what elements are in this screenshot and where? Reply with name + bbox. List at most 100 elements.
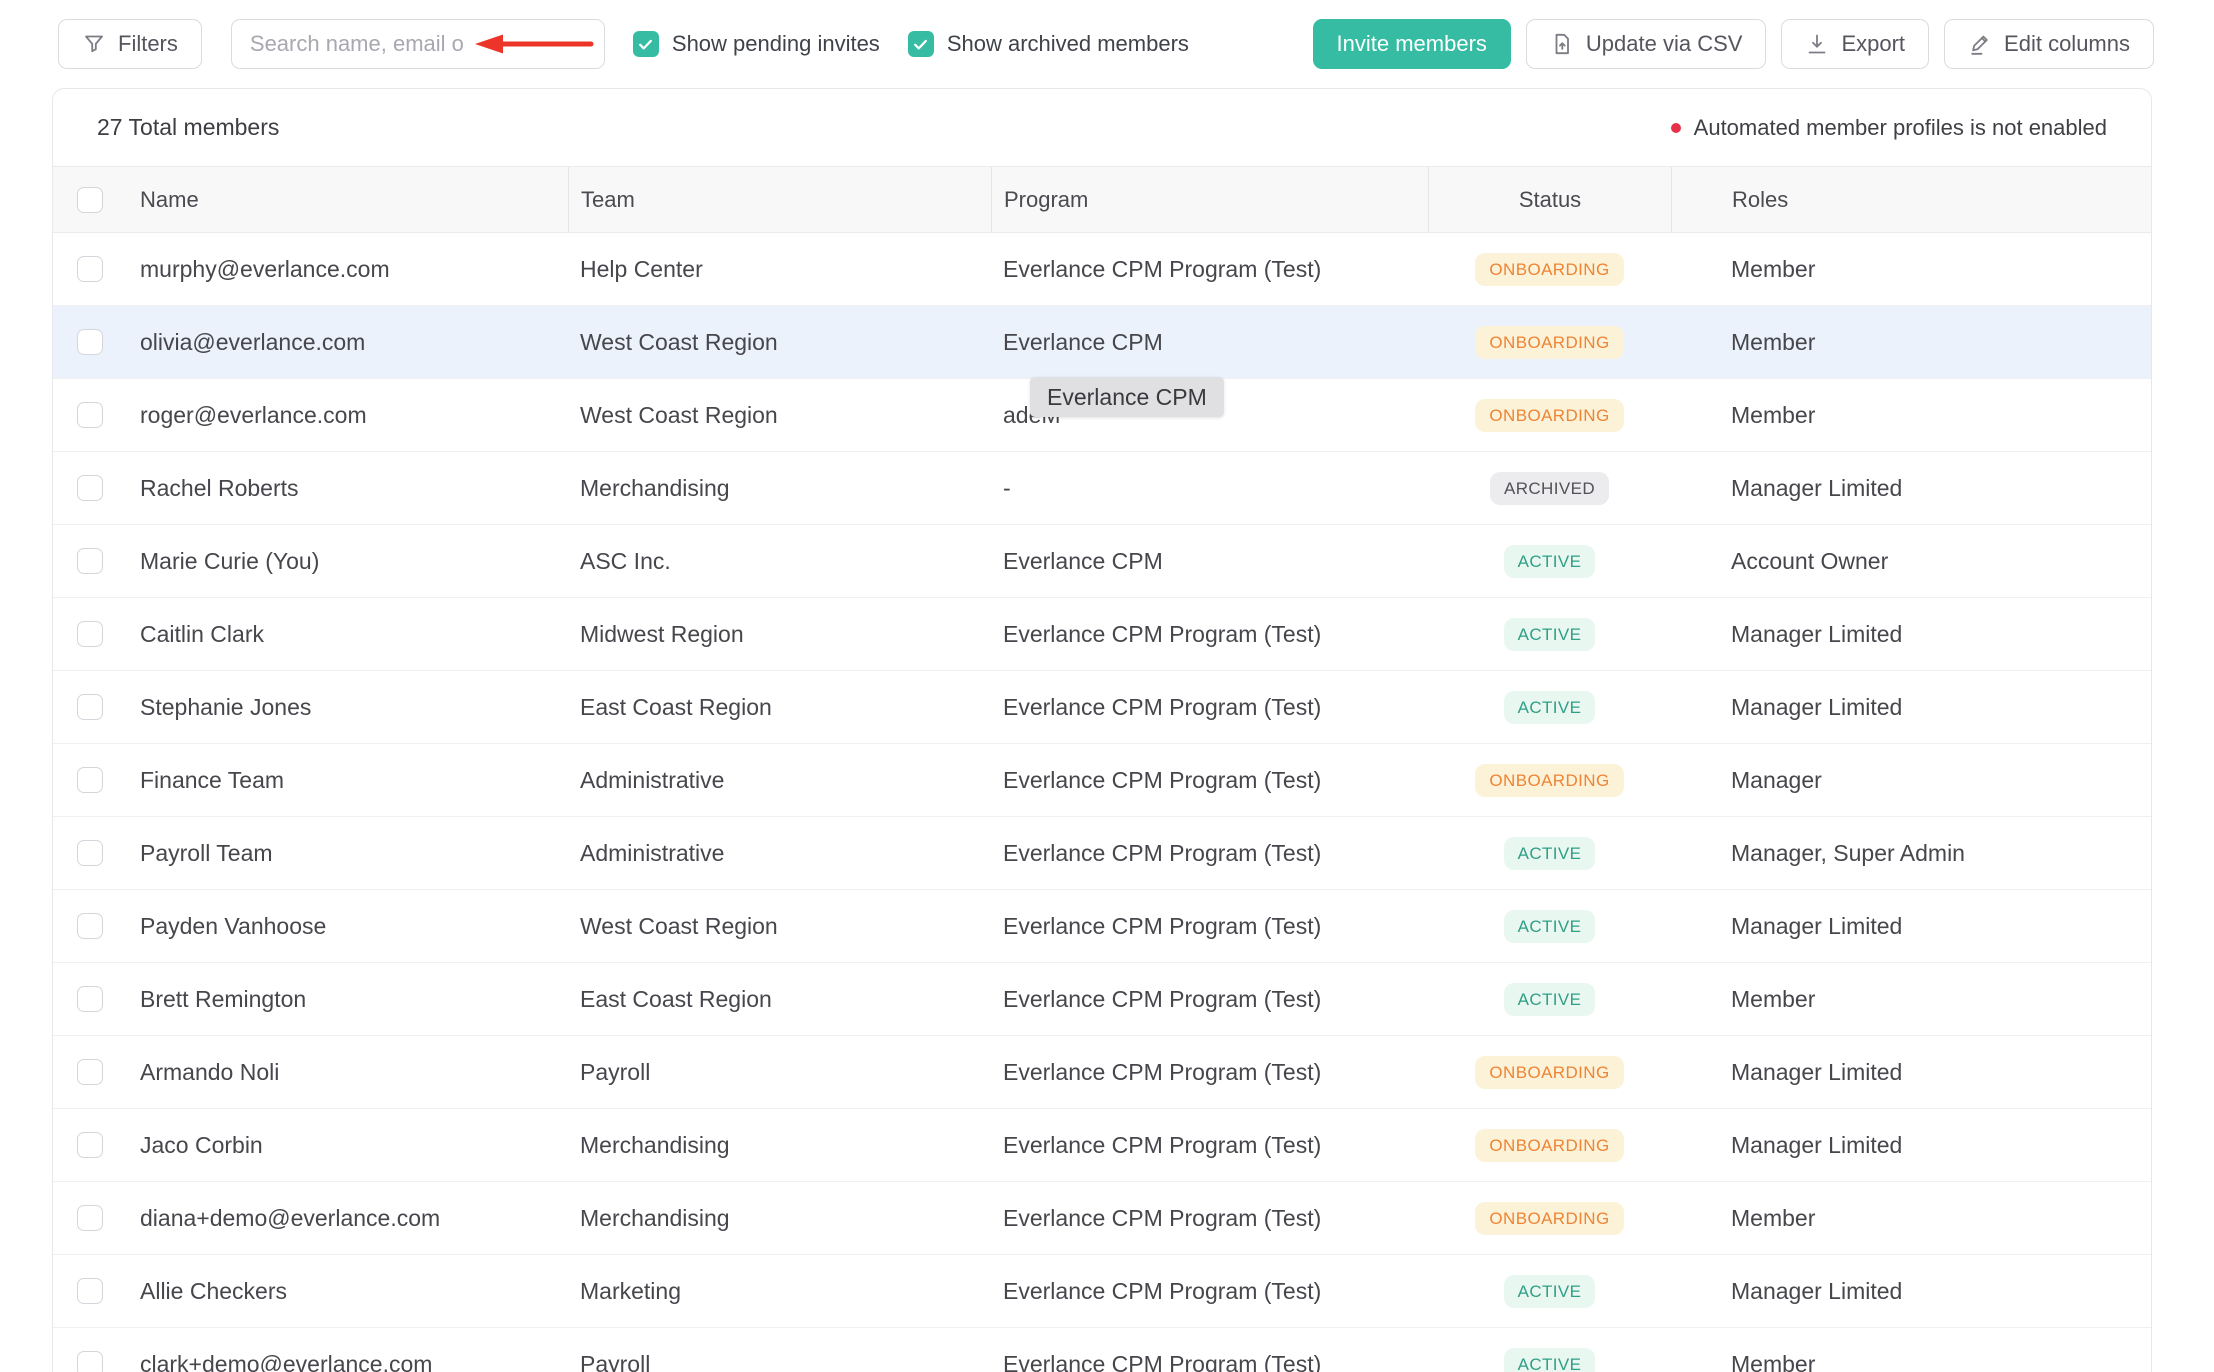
row-checkbox-cell: [53, 1328, 126, 1372]
table-row[interactable]: olivia@everlance.comWest Coast RegionEve…: [53, 306, 2151, 379]
member-status-cell: ONBOARDING: [1428, 379, 1671, 451]
member-name: Marie Curie (You): [126, 525, 568, 597]
row-checkbox-cell: [53, 1036, 126, 1108]
member-roles: Member: [1671, 963, 2151, 1035]
table-row[interactable]: murphy@everlance.comHelp CenterEverlance…: [53, 233, 2151, 306]
export-button[interactable]: Export: [1781, 19, 1929, 69]
column-header-status[interactable]: Status: [1428, 167, 1671, 232]
select-all-checkbox[interactable]: [77, 187, 103, 213]
member-status-cell: ACTIVE: [1428, 1328, 1671, 1372]
member-roles: Manager: [1671, 744, 2151, 816]
invite-members-button[interactable]: Invite members: [1313, 19, 1511, 69]
table-row[interactable]: Brett RemingtonEast Coast RegionEverlanc…: [53, 963, 2151, 1036]
update-via-csv-button[interactable]: Update via CSV: [1526, 19, 1767, 69]
table-row[interactable]: clark+demo@everlance.comPayrollEverlance…: [53, 1328, 2151, 1372]
table-row[interactable]: Payroll TeamAdministrativeEverlance CPM …: [53, 817, 2151, 890]
member-name: Caitlin Clark: [126, 598, 568, 670]
column-header-name[interactable]: Name: [126, 167, 568, 232]
member-status-cell: ONBOARDING: [1428, 1182, 1671, 1254]
table-row[interactable]: Marie Curie (You)ASC Inc.Everlance CPMAC…: [53, 525, 2151, 598]
status-badge: ONBOARDING: [1475, 1202, 1623, 1235]
member-roles: Manager Limited: [1671, 1036, 2151, 1108]
row-checkbox[interactable]: [77, 767, 103, 793]
column-header-roles[interactable]: Roles: [1671, 167, 2151, 232]
status-badge: ONBOARDING: [1475, 764, 1623, 797]
row-checkbox-cell: [53, 306, 126, 378]
table-row[interactable]: Jaco CorbinMerchandisingEverlance CPM Pr…: [53, 1109, 2151, 1182]
row-checkbox[interactable]: [77, 986, 103, 1012]
member-team: Merchandising: [568, 1182, 991, 1254]
row-checkbox-cell: [53, 1182, 126, 1254]
column-header-team[interactable]: Team: [568, 167, 991, 232]
member-name: Finance Team: [126, 744, 568, 816]
annotation-arrow-icon: [467, 31, 595, 57]
row-checkbox[interactable]: [77, 256, 103, 282]
status-badge: ACTIVE: [1504, 1275, 1596, 1308]
member-status-cell: ONBOARDING: [1428, 233, 1671, 305]
column-header-program[interactable]: Program: [991, 167, 1428, 232]
table-row[interactable]: Stephanie JonesEast Coast RegionEverlanc…: [53, 671, 2151, 744]
member-status-cell: ONBOARDING: [1428, 1036, 1671, 1108]
table-row[interactable]: Finance TeamAdministrativeEverlance CPM …: [53, 744, 2151, 817]
row-checkbox[interactable]: [77, 402, 103, 428]
member-status-cell: ARCHIVED: [1428, 452, 1671, 524]
table-row[interactable]: Rachel RobertsMerchandising-ARCHIVEDMana…: [53, 452, 2151, 525]
download-icon: [1805, 32, 1829, 56]
member-name: Brett Remington: [126, 963, 568, 1035]
member-program: Everlance CPM Program (Test): [991, 598, 1428, 670]
row-checkbox[interactable]: [77, 329, 103, 355]
member-program: Everlance CPM Program (Test): [991, 890, 1428, 962]
member-roles: Manager Limited: [1671, 890, 2151, 962]
status-badge: ACTIVE: [1504, 910, 1596, 943]
row-checkbox[interactable]: [77, 1351, 103, 1372]
filters-button[interactable]: Filters: [58, 19, 202, 69]
member-name: olivia@everlance.com: [126, 306, 568, 378]
member-roles: Manager Limited: [1671, 1109, 2151, 1181]
row-checkbox[interactable]: [77, 1278, 103, 1304]
table-row[interactable]: diana+demo@everlance.comMerchandisingEve…: [53, 1182, 2151, 1255]
table-row[interactable]: Payden VanhooseWest Coast RegionEverlanc…: [53, 890, 2151, 963]
member-program: -: [991, 452, 1428, 524]
member-roles: Member: [1671, 306, 2151, 378]
member-team: Merchandising: [568, 1109, 991, 1181]
row-checkbox[interactable]: [77, 913, 103, 939]
member-roles: Manager Limited: [1671, 1255, 2151, 1327]
member-status-cell: ACTIVE: [1428, 525, 1671, 597]
row-checkbox-cell: [53, 1255, 126, 1327]
member-status-cell: ONBOARDING: [1428, 1109, 1671, 1181]
member-program: Everlance CPM Program (Test): [991, 233, 1428, 305]
show-archived-members-checkbox[interactable]: Show archived members: [908, 31, 1189, 57]
row-checkbox[interactable]: [77, 1205, 103, 1231]
member-program: Everlance CPM: [991, 306, 1428, 378]
checkbox-checked-icon: [633, 31, 659, 57]
tooltip: Everlance CPM: [1030, 377, 1224, 417]
row-checkbox-cell: [53, 890, 126, 962]
member-program: Everlance CPM Program (Test): [991, 1255, 1428, 1327]
row-checkbox[interactable]: [77, 694, 103, 720]
row-checkbox[interactable]: [77, 475, 103, 501]
status-badge: ACTIVE: [1504, 983, 1596, 1016]
show-pending-invites-checkbox[interactable]: Show pending invites: [633, 31, 880, 57]
member-program: Everlance CPM Program (Test): [991, 671, 1428, 743]
member-status-cell: ONBOARDING: [1428, 744, 1671, 816]
row-checkbox-cell: [53, 671, 126, 743]
edit-columns-button[interactable]: Edit columns: [1944, 19, 2154, 69]
member-status-cell: ACTIVE: [1428, 890, 1671, 962]
row-checkbox[interactable]: [77, 1132, 103, 1158]
status-dot-icon: [1671, 123, 1681, 133]
status-badge: ONBOARDING: [1475, 1129, 1623, 1162]
member-program: Everlance CPM Program (Test): [991, 963, 1428, 1035]
table-header: Name Team Program Status Roles: [53, 166, 2151, 233]
table-row[interactable]: Allie CheckersMarketingEverlance CPM Pro…: [53, 1255, 2151, 1328]
member-status-cell: ACTIVE: [1428, 817, 1671, 889]
member-status-cell: ACTIVE: [1428, 1255, 1671, 1327]
table-row[interactable]: Armando NoliPayrollEverlance CPM Program…: [53, 1036, 2151, 1109]
row-checkbox[interactable]: [77, 1059, 103, 1085]
row-checkbox[interactable]: [77, 621, 103, 647]
table-row[interactable]: Caitlin ClarkMidwest RegionEverlance CPM…: [53, 598, 2151, 671]
member-team: Administrative: [568, 817, 991, 889]
row-checkbox[interactable]: [77, 840, 103, 866]
member-team: Midwest Region: [568, 598, 991, 670]
row-checkbox[interactable]: [77, 548, 103, 574]
member-team: West Coast Region: [568, 890, 991, 962]
